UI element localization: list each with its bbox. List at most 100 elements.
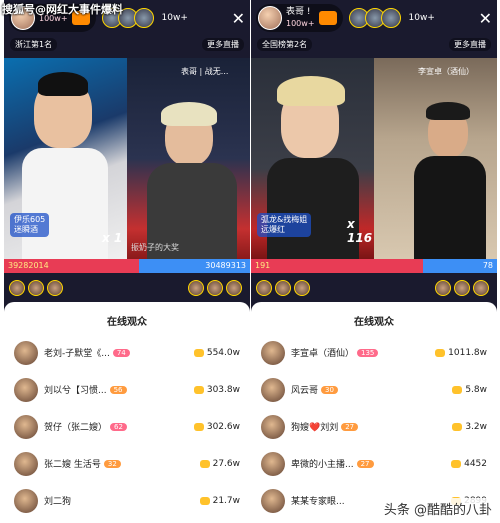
guest-avatar[interactable] <box>9 280 25 296</box>
user-avatar[interactable] <box>261 377 285 402</box>
user-avatar[interactable] <box>261 488 285 513</box>
list-item[interactable]: 张二嫂 生活号 32 27.6w <box>4 445 250 482</box>
guest-avatar[interactable] <box>28 280 44 296</box>
user-name: 刘二狗 <box>44 497 72 507</box>
level-badge: 30 <box>321 385 338 394</box>
list-item[interactable]: 刘二狗 21.7w <box>4 482 250 519</box>
close-icon[interactable]: ✕ <box>232 9 245 28</box>
list-item[interactable]: 刘以兮【习惯... 56 303.8w <box>4 371 250 408</box>
user-name: 某某专家眼... <box>291 497 345 507</box>
person-body <box>22 148 108 259</box>
pk-score-right: 78 <box>423 259 497 273</box>
gift-text: 振奶子的大奖 <box>131 243 179 252</box>
user-name: 狗嫂❤️刘刘 <box>291 423 339 433</box>
pk-score-bar: 3928​2014 30489313 <box>4 259 250 273</box>
viewer-count[interactable]: 10w+ <box>162 13 188 23</box>
level-badge: 56 <box>109 385 127 394</box>
left-video[interactable]: 弧龙&找梅姐 远爆红 x 116 <box>251 58 374 259</box>
viewer-avatar[interactable] <box>380 8 401 28</box>
opponent-label: 李宣卓（酒仙） <box>418 67 474 76</box>
user-name: 张二嫂 生活号 <box>44 460 101 470</box>
pk-video-area: 伊乐605 迷瞬酒 x 1 表哥 | 战无... 振奶子的大奖 <box>4 58 250 259</box>
guest-avatar[interactable] <box>47 280 63 296</box>
contribution-score: 4452 <box>451 459 487 469</box>
more-live-button[interactable]: 更多直播 <box>449 37 491 51</box>
guest-avatar[interactable] <box>275 280 291 296</box>
gift-icon[interactable] <box>318 11 337 25</box>
guest-avatar[interactable] <box>473 280 489 296</box>
contribution-score: 302.6w <box>193 422 240 432</box>
list-item[interactable]: 风云哥 30 5.8w <box>251 371 497 408</box>
right-video[interactable]: 李宣卓（酒仙） <box>374 58 497 259</box>
close-icon[interactable]: ✕ <box>479 9 492 28</box>
level-badge: 27 <box>356 459 374 468</box>
user-name: 风云哥 <box>291 386 319 396</box>
rank-bar: 全国榜第2名 更多直播 <box>251 36 497 52</box>
level-badge: 135 <box>357 348 379 357</box>
user-avatar[interactable] <box>14 414 38 439</box>
user-name: 贺仔（张二嫂） <box>44 423 108 433</box>
coin-icon <box>199 496 210 505</box>
user-name: 卑微的小主播... <box>291 460 354 470</box>
pk-score-left: 3928​2014 <box>4 259 140 273</box>
user-avatar[interactable] <box>261 451 285 476</box>
person-body <box>267 158 359 259</box>
person-hair <box>426 102 470 120</box>
level-badge: 32 <box>103 459 121 468</box>
user-name: 刘以兮【习惯... <box>44 386 107 396</box>
user-avatar[interactable] <box>14 377 38 402</box>
list-item[interactable]: 李宣卓（酒仙） 135 1011.8w <box>251 334 497 371</box>
guest-avatar[interactable] <box>294 280 310 296</box>
host-pill[interactable]: 表哥 ! 100w+ <box>256 4 343 32</box>
panel-title: 在线观众 <box>354 317 394 328</box>
contribution-score: 5.8w <box>452 385 487 395</box>
contribution-score: 21.7w <box>199 496 240 506</box>
rank-bar: 浙江第1名 更多直播 <box>4 36 250 52</box>
right-video[interactable]: 表哥 | 战无... 振奶子的大奖 <box>127 58 250 259</box>
coin-icon <box>452 422 463 431</box>
host-avatar[interactable] <box>258 6 282 30</box>
person-hair <box>277 76 345 106</box>
level-badge: 27 <box>341 422 359 431</box>
host-name: 表哥 ! <box>286 7 311 17</box>
user-name: 老刘-子默堂《... <box>44 349 110 359</box>
left-video[interactable]: 伊乐605 迷瞬酒 x 1 <box>4 58 127 259</box>
list-item[interactable]: 贺仔（张二嫂） 62 302.6w <box>4 408 250 445</box>
viewer-avatar[interactable] <box>133 8 154 28</box>
guest-avatar[interactable] <box>207 280 223 296</box>
viewer-avatars[interactable] <box>348 8 401 28</box>
guest-avatar[interactable] <box>256 280 272 296</box>
host-likes: 100w+ <box>286 19 315 28</box>
list-item[interactable]: 老刘-子默堂《... 74 554.0w <box>4 334 250 371</box>
left-phone-screen: 100w+ 10w+ ✕ 浙江第1名 更多直播 伊乐605 迷瞬酒 x 1 表哥 … <box>4 0 250 523</box>
host-name-tag: 伊乐605 迷瞬酒 <box>10 213 50 237</box>
user-avatar[interactable] <box>14 451 38 476</box>
watermark-bottom-right: 头条 @酷酷的八卦 <box>379 498 496 519</box>
user-avatar[interactable] <box>14 340 38 365</box>
viewer-count[interactable]: 10w+ <box>409 13 435 23</box>
user-name: 李宣卓（酒仙） <box>291 349 355 359</box>
user-avatar[interactable] <box>261 414 285 439</box>
host-name-tag: 弧龙&找梅姐 远爆红 <box>257 213 312 237</box>
top-bar: 表哥 ! 100w+ 10w+ ✕ <box>251 0 497 36</box>
contribution-score: 1011.8w <box>435 348 487 358</box>
user-avatar[interactable] <box>14 488 38 513</box>
rank-badge[interactable]: 浙江第1名 <box>10 37 58 51</box>
guest-avatar[interactable] <box>454 280 470 296</box>
list-item[interactable]: 狗嫂❤️刘刘 27 3.2w <box>251 408 497 445</box>
pk-score-right: 30489313 <box>139 259 250 273</box>
coin-icon <box>193 422 204 431</box>
user-avatar[interactable] <box>261 340 285 365</box>
right-phone-screen: 表哥 ! 100w+ 10w+ ✕ 全国榜第2名 更多直播 弧龙&找梅姐 远爆红 … <box>251 0 497 523</box>
coin-icon <box>435 348 446 357</box>
contribution-score: 3.2w <box>452 422 487 432</box>
level-badge: 62 <box>110 422 127 431</box>
more-live-button[interactable]: 更多直播 <box>202 37 244 51</box>
guest-avatar[interactable] <box>188 280 204 296</box>
list-item[interactable]: 卑微的小主播... 27 4452 <box>251 445 497 482</box>
person-body <box>414 156 486 259</box>
guest-avatar[interactable] <box>226 280 242 296</box>
multiplier: x 116 <box>347 217 373 245</box>
rank-badge[interactable]: 全国榜第2名 <box>257 37 313 51</box>
guest-avatar[interactable] <box>435 280 451 296</box>
